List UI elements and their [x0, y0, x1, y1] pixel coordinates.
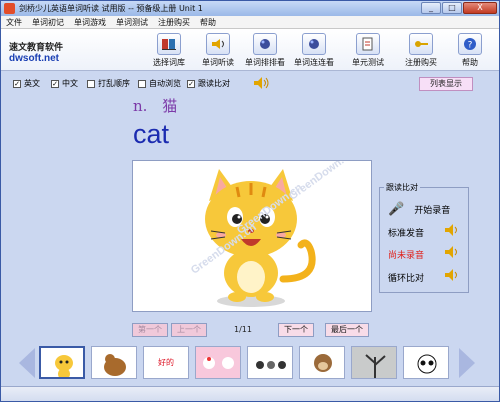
- checkbox-chinese[interactable]: ✓: [51, 79, 59, 88]
- help-icon: ?: [458, 33, 482, 55]
- menu-word-game[interactable]: 单词游戏: [69, 17, 111, 28]
- standard-pronunciation-row[interactable]: 标准发音: [388, 224, 457, 239]
- loop-compare-row[interactable]: 循环比对: [388, 269, 457, 284]
- window-controls: _ □ X: [421, 2, 497, 14]
- speaker-icon[interactable]: [444, 268, 462, 286]
- start-recording-row[interactable]: 🎤 开始录音: [388, 202, 450, 217]
- close-button[interactable]: X: [463, 2, 497, 14]
- option-label: 英文: [24, 79, 40, 88]
- svg-text:?: ?: [468, 41, 473, 51]
- maximize-button[interactable]: □: [442, 2, 462, 14]
- word-definition: n. 猫: [133, 95, 177, 116]
- first-button[interactable]: 第一个: [132, 323, 168, 337]
- thumbnail-cat[interactable]: [39, 346, 85, 379]
- thumbnail-kitty[interactable]: [195, 346, 241, 379]
- thumbnail-good[interactable]: 好的: [143, 346, 189, 379]
- toolbar-label: 单词连连看: [294, 58, 334, 67]
- menu-word-test[interactable]: 单词测试: [111, 17, 153, 28]
- toolbar-help-button[interactable]: ? 帮助: [442, 33, 498, 69]
- thumbnail-tree[interactable]: [351, 346, 397, 379]
- panel-title: 跟读比对: [384, 182, 420, 193]
- option-label: 中文: [62, 79, 78, 88]
- toolbar-register-button[interactable]: 注册购买: [393, 33, 449, 69]
- start-recording-label: 开始录音: [414, 206, 451, 216]
- library-icon: [157, 33, 181, 55]
- toolbar-order-game-button[interactable]: 单词排排看: [237, 33, 293, 69]
- option-label: 跟读比对: [198, 79, 230, 88]
- thumbnail-strip: 好的: [1, 343, 499, 383]
- minimize-button[interactable]: _: [421, 2, 441, 14]
- checkbox-shuffle[interactable]: [87, 79, 95, 88]
- menu-word-first[interactable]: 单词初记: [27, 17, 69, 28]
- menu-help[interactable]: 帮助: [195, 17, 221, 28]
- toolbar-label: 选择词库: [153, 58, 185, 67]
- thumbnail-dog[interactable]: [91, 346, 137, 379]
- toolbar-choose-library-button[interactable]: 选择词库: [141, 33, 197, 69]
- option-chinese[interactable]: ✓ 中文: [51, 78, 78, 89]
- page-counter: 1/11: [234, 325, 252, 334]
- part-of-speech: n.: [133, 97, 148, 115]
- loop-compare-label: 循环比对: [388, 274, 425, 284]
- test-icon: [356, 33, 380, 55]
- last-button[interactable]: 最后一个: [325, 323, 369, 337]
- toolbar-match-game-button[interactable]: 单词连连看: [286, 33, 342, 69]
- cat-illustration: [205, 169, 316, 307]
- app-icon: [4, 3, 15, 14]
- option-label: 自动浏览: [149, 79, 181, 88]
- checkbox-english[interactable]: ✓: [13, 79, 21, 88]
- microphone-icon: 🎤: [388, 202, 405, 217]
- toolbar-unit-test-button[interactable]: 单元测试: [340, 33, 396, 69]
- word-meaning: 猫: [162, 97, 178, 115]
- menu-file[interactable]: 文件: [1, 17, 27, 28]
- pronounce-speaker-icon[interactable]: [253, 76, 271, 93]
- next-button[interactable]: 下一个: [278, 323, 314, 337]
- status-bar: [1, 386, 499, 401]
- speaker-icon: [206, 33, 230, 55]
- thumbnail-monkey[interactable]: [299, 346, 345, 379]
- option-label: 打乱顺序: [98, 79, 130, 88]
- not-recorded-row[interactable]: 尚未录音: [388, 246, 457, 261]
- standard-pronunciation-label: 标准发音: [388, 229, 425, 239]
- option-english[interactable]: ✓ 英文: [13, 78, 40, 89]
- read-compare-panel: 跟读比对 🎤 开始录音 标准发音 尚未录音 循环比对: [379, 182, 469, 293]
- toolbar-label: 单词排排看: [245, 58, 285, 67]
- scroll-left-arrow-icon[interactable]: [19, 348, 35, 378]
- not-recorded-label: 尚未录音: [388, 251, 425, 261]
- option-read-compare[interactable]: ✓ 跟读比对: [187, 78, 230, 89]
- speaker-icon[interactable]: [444, 245, 462, 263]
- thumbnail-text: 好的: [158, 358, 174, 367]
- option-shuffle[interactable]: 打乱顺序: [87, 78, 130, 89]
- checkbox-read-compare[interactable]: ✓: [187, 79, 195, 88]
- thumbnail-group[interactable]: [247, 346, 293, 379]
- toolbar-label: 注册购买: [405, 58, 437, 67]
- checkbox-auto-browse[interactable]: [138, 79, 146, 88]
- ball-icon: [302, 33, 326, 55]
- thumbnail-panda[interactable]: [403, 346, 449, 379]
- word-picture: GreenDown.cn GreenDown.cn GreenDown.cn: [132, 160, 372, 312]
- option-auto-browse[interactable]: 自动浏览: [138, 78, 181, 89]
- ball-icon: [253, 33, 277, 55]
- brand-name: 速文教育软件: [9, 43, 64, 53]
- toolbar-label: 单元测试: [352, 58, 384, 67]
- english-word: cat: [133, 119, 170, 149]
- menu-register[interactable]: 注册购买: [153, 17, 195, 28]
- toolbar-label: 帮助: [462, 58, 478, 67]
- title-bar: 剑桥少儿英语单词听读 试用版 -- 预备级上册 Unit 1 _ □ X: [1, 1, 499, 16]
- key-icon: [409, 33, 433, 55]
- speaker-icon[interactable]: [444, 223, 462, 241]
- brand-site: dwsoft.net: [9, 53, 59, 64]
- menu-bar: 文件 单词初记 单词游戏 单词测试 注册购买 帮助: [1, 16, 499, 29]
- list-display-button[interactable]: 列表显示: [419, 77, 473, 91]
- prev-button[interactable]: 上一个: [171, 323, 207, 337]
- window-title: 剑桥少儿英语单词听读 试用版 -- 预备级上册 Unit 1: [19, 4, 203, 13]
- scroll-right-arrow-icon[interactable]: [459, 348, 475, 378]
- app-window: 剑桥少儿英语单词听读 试用版 -- 预备级上册 Unit 1 _ □ X 文件 …: [0, 0, 500, 402]
- toolbar: 速文教育软件 dwsoft.net 选择词库 单词听读 单词排排看 单词连连看: [1, 29, 499, 71]
